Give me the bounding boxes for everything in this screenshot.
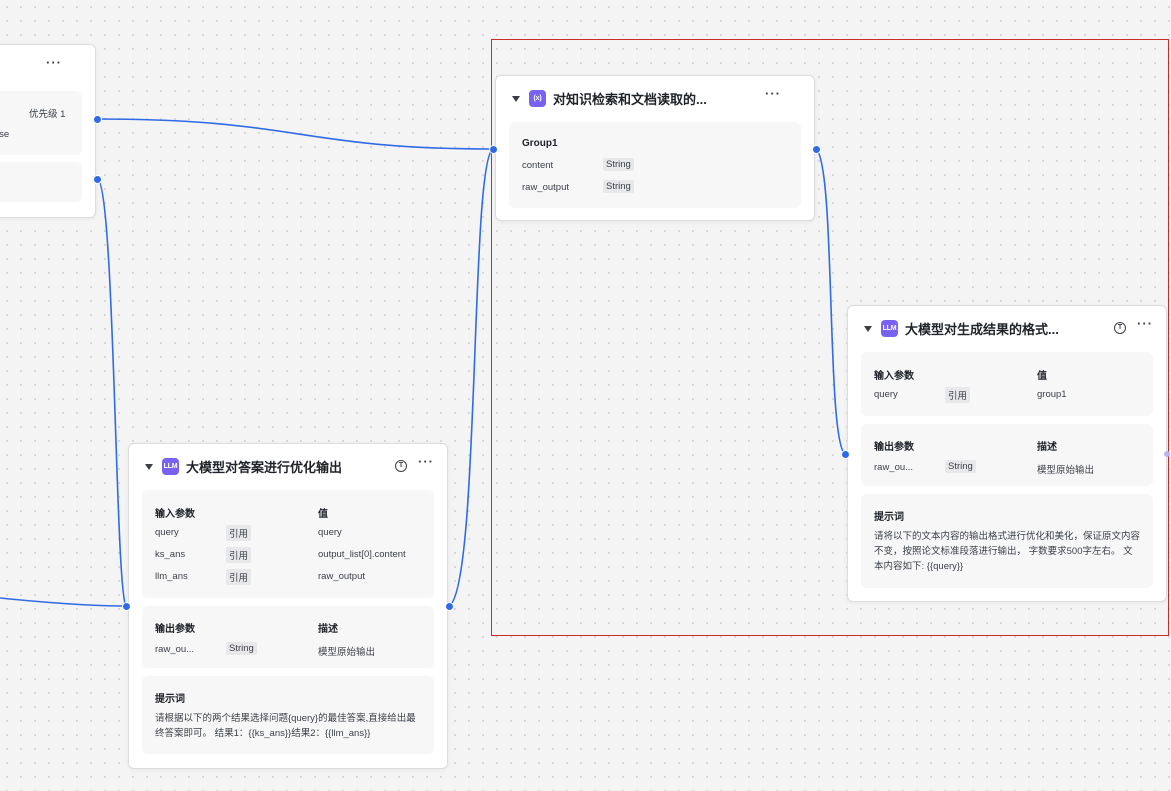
output-desc: 模型原始输出 (318, 647, 376, 658)
llm-optimize-node[interactable]: LLM 大模型对答案进行优化输出 T ··· 输入参数 值 query 引用 q… (128, 443, 448, 769)
output-desc: 模型原始输出 (1037, 465, 1095, 476)
prompt-panel: 提示词 请将以下的文本内容的输出格式进行优化和美化，保证原文内容不变，按照论文标… (861, 494, 1153, 588)
param-name: query (874, 389, 898, 400)
variable-icon: (x) (529, 90, 546, 107)
llm-optimize-input-port[interactable] (122, 602, 131, 611)
param-value: output_list[0].content (318, 549, 406, 560)
llm-icon: LLM (881, 320, 898, 337)
collapse-caret-icon[interactable] (864, 326, 872, 332)
desc-header: 描述 (1037, 442, 1057, 453)
collapse-caret-icon[interactable] (145, 464, 153, 470)
input-params-header: 输入参数 (155, 509, 195, 520)
ref-tag: 引用 (226, 525, 252, 541)
edge-llm-optimize-to-aggregator (448, 148, 494, 607)
llm-optimize-output-port[interactable] (445, 602, 454, 611)
ref-tag: 引用 (945, 387, 971, 403)
output-type-tag: String (226, 642, 257, 655)
prompt-header: 提示词 (874, 512, 904, 523)
node-header[interactable]: (x) 对知识检索和文档读取的... ··· (496, 76, 814, 120)
ref-tag: 引用 (226, 547, 252, 563)
output-name: raw_ou... (155, 644, 195, 655)
group-panel: Group1 content String raw_output String (509, 122, 801, 208)
condition-branch-panel[interactable]: 优先级 1 lse (0, 91, 82, 155)
var-type-tag: String (603, 180, 634, 193)
more-options-icon[interactable]: ··· (418, 454, 434, 469)
more-options-icon[interactable]: ··· (765, 86, 781, 101)
param-value: query (318, 527, 342, 538)
llm-format-output-port[interactable] (1164, 451, 1170, 457)
var-name: content (522, 160, 554, 171)
prompt-panel: 提示词 请根据以下的两个结果选择问题{query}的最佳答案,直接给出最终答案即… (142, 676, 434, 754)
edge-condition-to-aggregator (96, 118, 494, 150)
output-params-header: 输出参数 (155, 624, 195, 635)
node-title: 对知识检索和文档读取的... (553, 92, 707, 107)
condition-node[interactable]: ··· 优先级 1 lse (0, 44, 96, 218)
llm-format-node[interactable]: LLM 大模型对生成结果的格式... T ··· 输入参数 值 query 引用… (847, 305, 1167, 602)
input-params-panel: 输入参数 值 query 引用 group1 (861, 352, 1153, 416)
output-params-header: 输出参数 (874, 442, 914, 453)
prompt-header: 提示词 (155, 694, 185, 705)
more-options-icon[interactable]: ··· (46, 55, 62, 70)
aggregator-input-port[interactable] (489, 145, 498, 154)
aggregator-node[interactable]: (x) 对知识检索和文档读取的... ··· Group1 content St… (495, 75, 815, 221)
edge-condition-to-llm-optimize (96, 178, 127, 607)
param-name: ks_ans (155, 549, 186, 560)
node-header[interactable]: LLM 大模型对生成结果的格式... T ··· (848, 306, 1166, 350)
var-name: raw_output (522, 182, 570, 193)
output-type-tag: String (945, 460, 976, 473)
input-params-panel: 输入参数 值 query 引用 query ks_ans 引用 output_l… (142, 490, 434, 598)
node-title: 大模型对生成结果的格式... (905, 322, 1059, 337)
condition-output-port-1[interactable] (93, 115, 102, 124)
param-value: group1 (1037, 389, 1067, 400)
var-type-tag: String (603, 158, 634, 171)
input-params-header: 输入参数 (874, 371, 914, 382)
text-format-icon[interactable]: T (1114, 322, 1126, 334)
value-header: 值 (318, 509, 328, 520)
llm-format-input-port[interactable] (841, 450, 850, 459)
text-format-icon[interactable]: T (395, 460, 407, 472)
aggregator-output-port[interactable] (812, 145, 821, 154)
param-name: llm_ans (155, 571, 188, 582)
output-params-panel: 输出参数 描述 raw_ou... String 模型原始输出 (142, 606, 434, 668)
node-title: 大模型对答案进行优化输出 (186, 460, 343, 475)
param-value: raw_output (318, 571, 366, 582)
node-header[interactable]: LLM 大模型对答案进行优化输出 T ··· (129, 444, 447, 488)
output-params-panel: 输出参数 描述 raw_ou... String 模型原始输出 (861, 424, 1153, 486)
more-options-icon[interactable]: ··· (1137, 316, 1153, 331)
collapse-caret-icon[interactable] (512, 96, 520, 102)
llm-icon: LLM (162, 458, 179, 475)
condition-output-port-2[interactable] (93, 175, 102, 184)
desc-header: 描述 (318, 624, 338, 635)
value-header: 值 (1037, 371, 1047, 382)
param-name: query (155, 527, 179, 538)
ref-tag: 引用 (226, 569, 252, 585)
prompt-text: 请将以下的文本内容的输出格式进行优化和美化，保证原文内容不变，按照论文标准段落进… (874, 531, 1141, 572)
priority-label: 优先级 1 (29, 109, 66, 120)
condition-text: lse (0, 129, 10, 140)
condition-else-panel[interactable] (0, 162, 82, 202)
group-title: Group1 (522, 138, 558, 149)
edge-left-to-llm-optimize (0, 597, 127, 607)
prompt-text: 请根据以下的两个结果选择问题{query}的最佳答案,直接给出最终答案即可。 结… (155, 713, 416, 739)
output-name: raw_ou... (874, 462, 914, 473)
